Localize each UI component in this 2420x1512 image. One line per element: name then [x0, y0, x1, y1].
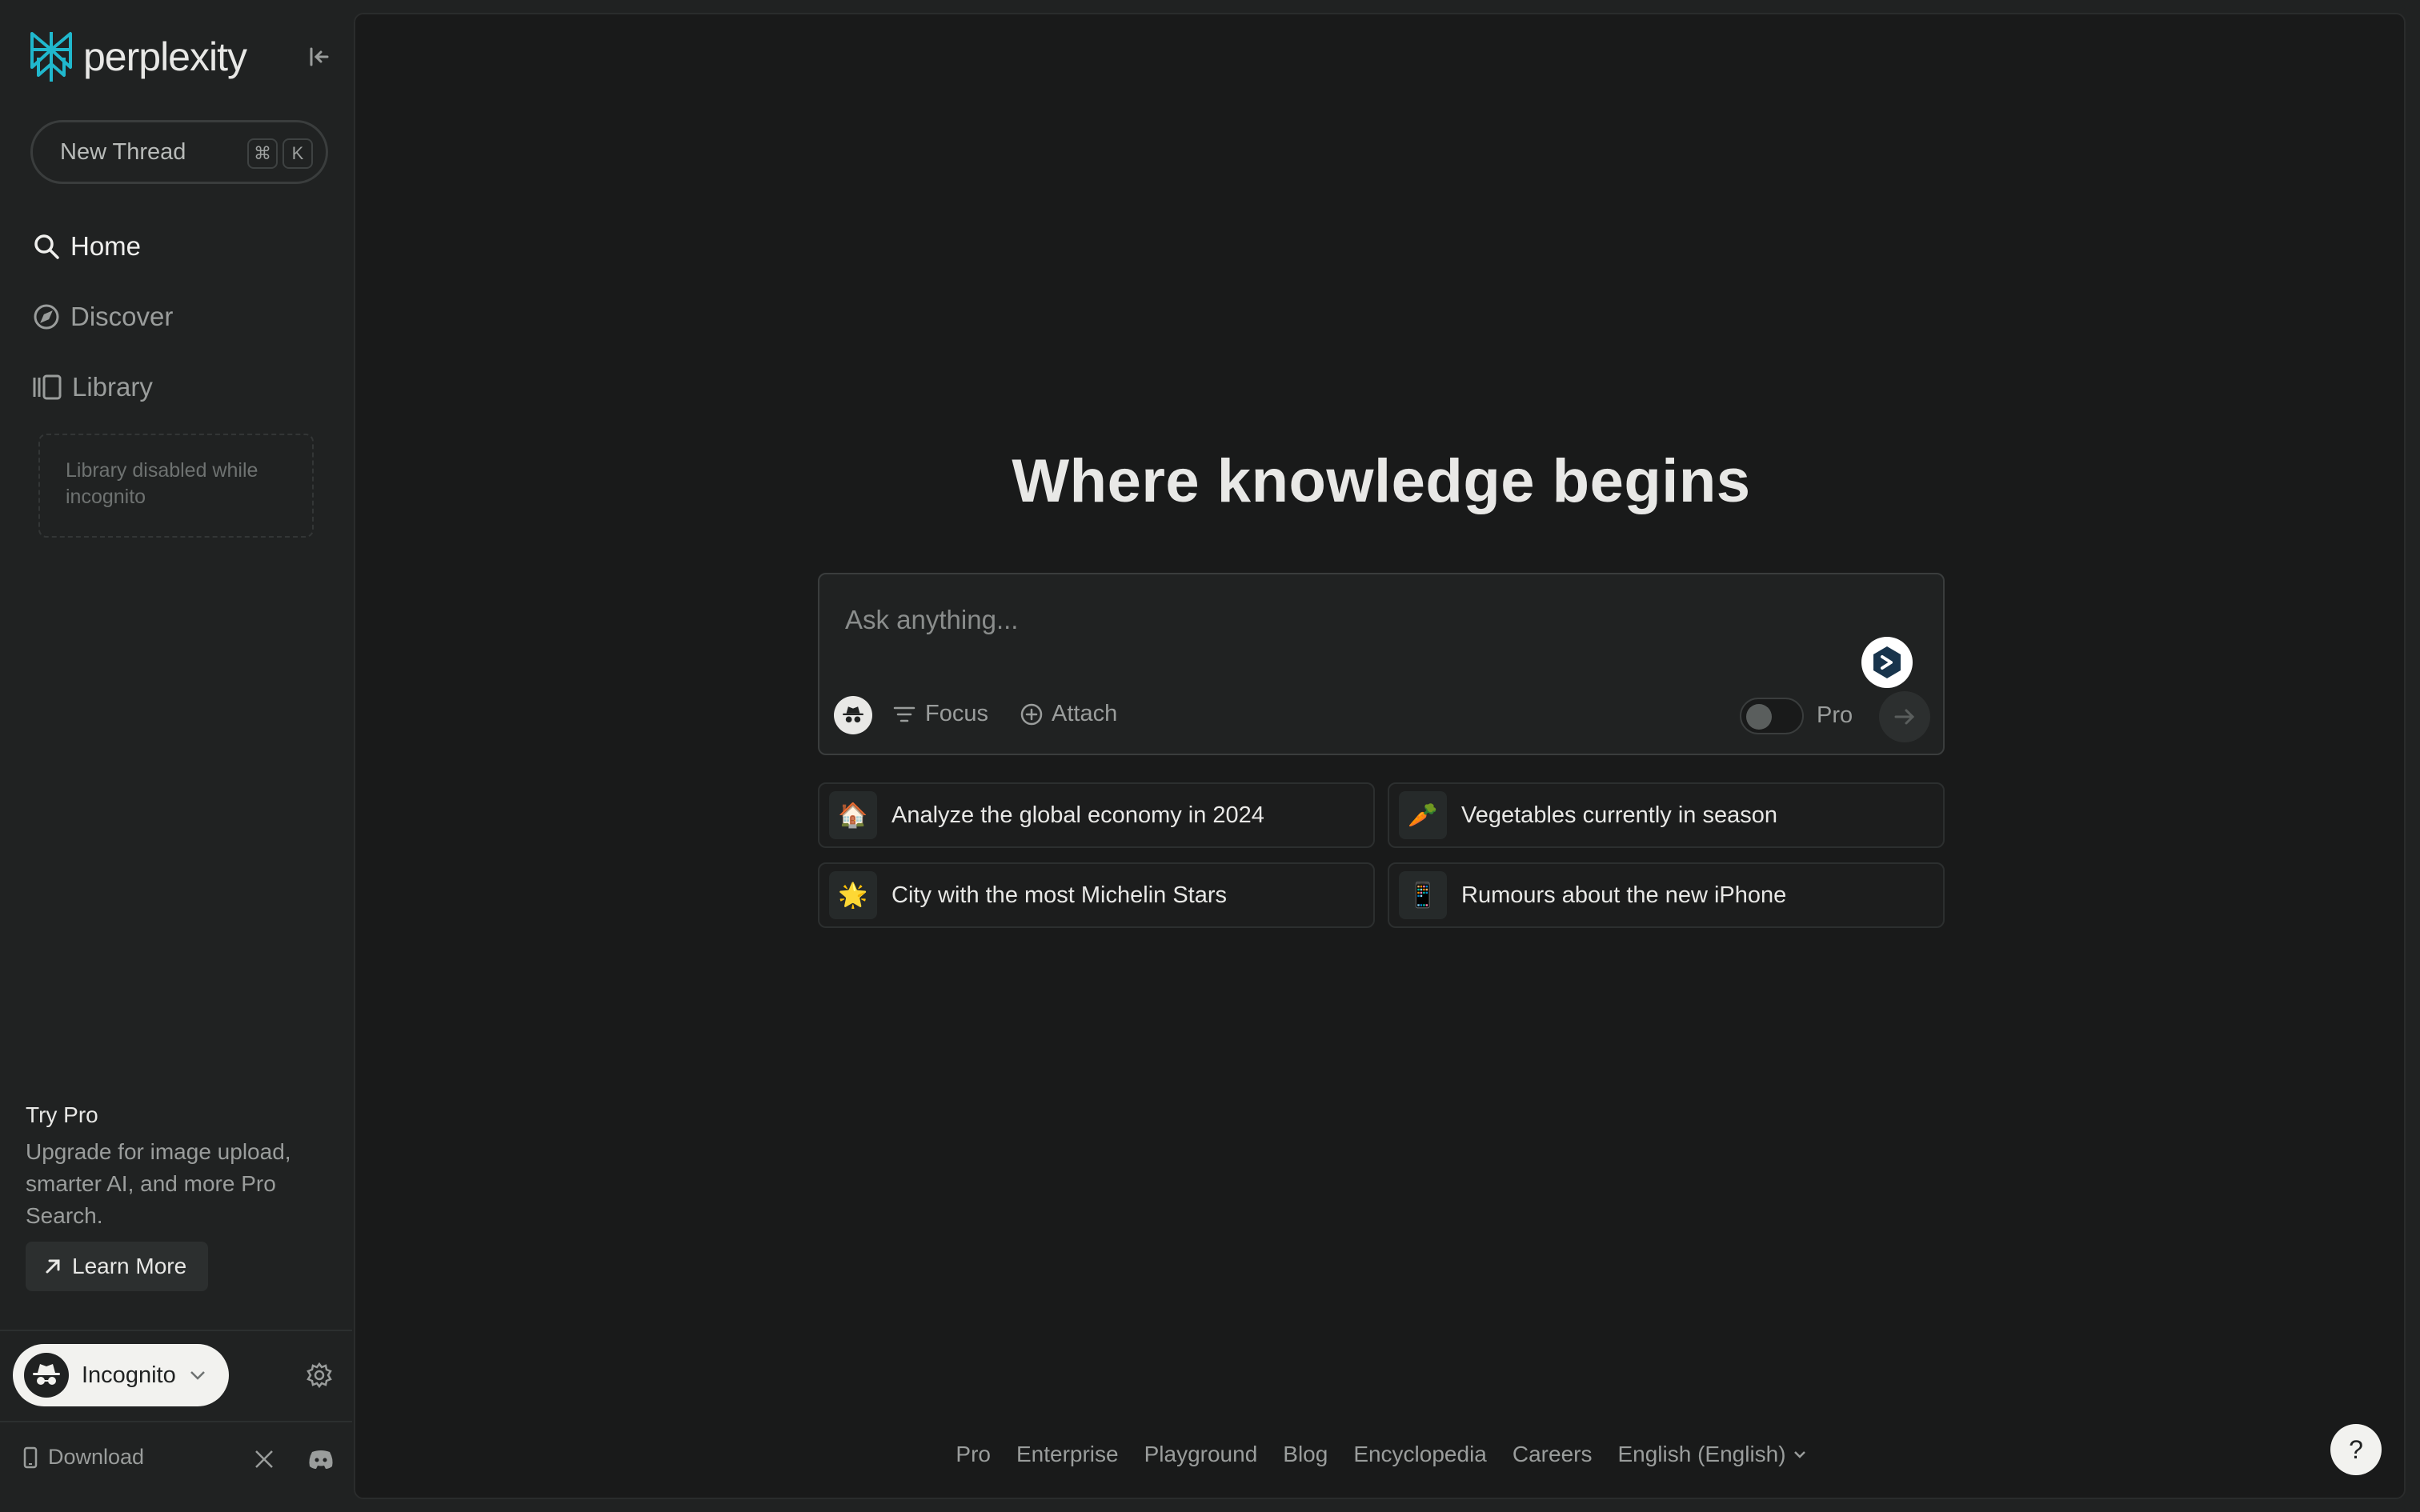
- collapse-left-icon: [310, 47, 329, 66]
- sidebar: perplexity New Thread ⌘ K Home Discover …: [0, 0, 352, 1512]
- filter-icon: [893, 706, 916, 722]
- attach-label: Attach: [1052, 701, 1118, 726]
- suggestion-card[interactable]: 📱 Rumours about the new iPhone: [1388, 862, 1945, 928]
- perplexity-logo-icon: [30, 32, 72, 82]
- collapse-sidebar-button[interactable]: [304, 42, 335, 72]
- try-pro-title: Try Pro: [26, 1102, 98, 1127]
- extension-badge[interactable]: [1861, 637, 1913, 688]
- footer-link-careers[interactable]: Careers: [1512, 1442, 1593, 1467]
- suggestion-card[interactable]: 🌟 City with the most Michelin Stars: [818, 862, 1375, 928]
- library-icon: [33, 374, 62, 400]
- footer-link-blog[interactable]: Blog: [1283, 1442, 1328, 1467]
- page-title: Where knowledge begins: [1012, 447, 1751, 515]
- account-label: Incognito: [82, 1362, 176, 1388]
- search-icon: [34, 234, 59, 259]
- phone-icon: 📱: [1399, 871, 1447, 919]
- help-button[interactable]: ?: [2330, 1424, 2382, 1475]
- suggestion-label: Vegetables currently in season: [1461, 802, 1777, 828]
- chevron-down-icon: [190, 1371, 205, 1380]
- phone-icon: [23, 1446, 38, 1468]
- sidebar-item-library[interactable]: Library: [32, 363, 153, 411]
- learn-more-button[interactable]: Learn More: [26, 1242, 208, 1291]
- incognito-icon: [33, 1364, 60, 1385]
- language-selector[interactable]: English (English): [1617, 1442, 1806, 1467]
- incognito-mode-button[interactable]: [834, 696, 872, 734]
- chevron-down-icon: [1793, 1451, 1805, 1458]
- language-label: English (English): [1617, 1442, 1786, 1466]
- plus-circle-icon: [1020, 703, 1043, 725]
- suggestion-card[interactable]: 🥕 Vegetables currently in season: [1388, 782, 1945, 848]
- sidebar-divider: [0, 1330, 352, 1331]
- discord-icon[interactable]: [307, 1448, 335, 1470]
- suggestion-label: Rumours about the new iPhone: [1461, 882, 1787, 908]
- new-thread-label: New Thread: [60, 138, 186, 165]
- suggestion-card[interactable]: 🏠 Analyze the global economy in 2024: [818, 782, 1375, 848]
- toggle-knob: [1746, 704, 1772, 730]
- extension-logo-icon: [1873, 646, 1901, 678]
- library-disabled-note: Library disabled while incognito: [38, 434, 314, 538]
- shortcut-k-key: K: [282, 138, 313, 169]
- footer-link-enterprise[interactable]: Enterprise: [1016, 1442, 1119, 1467]
- sidebar-item-label: Home: [70, 231, 142, 261]
- try-pro-description: Upgrade for image upload, smarter AI, an…: [26, 1139, 291, 1228]
- brand-name: perplexity: [83, 34, 247, 79]
- sidebar-item-discover[interactable]: Discover: [32, 293, 173, 341]
- sidebar-item-label: Discover: [70, 302, 174, 331]
- attach-button[interactable]: Attach: [1020, 701, 1117, 727]
- download-label: Download: [48, 1445, 145, 1469]
- footer-link-pro[interactable]: Pro: [956, 1442, 991, 1467]
- footer-link-playground[interactable]: Playground: [1144, 1442, 1258, 1467]
- main-panel: Where knowledge begins Ask anything... F…: [354, 13, 2406, 1499]
- gear-icon[interactable]: [306, 1362, 333, 1389]
- app-window: perplexity New Thread ⌘ K Home Discover …: [0, 0, 2420, 1512]
- ask-input[interactable]: Ask anything...: [845, 605, 1805, 635]
- ask-box: Ask anything... Focus Attach Pro: [818, 573, 1945, 755]
- learn-more-label: Learn More: [72, 1254, 187, 1278]
- download-link[interactable]: Download: [22, 1445, 144, 1470]
- account-switcher[interactable]: Incognito: [13, 1344, 229, 1406]
- house-icon: 🏠: [829, 791, 877, 839]
- avatar: [24, 1353, 69, 1398]
- arrow-up-right-icon: [46, 1259, 60, 1274]
- try-pro-panel: Try Pro Upgrade for image upload, smarte…: [26, 1102, 330, 1232]
- footer-link-encyclopedia[interactable]: Encyclopedia: [1353, 1442, 1487, 1467]
- logo[interactable]: perplexity: [29, 29, 247, 85]
- star-icon: 🌟: [829, 871, 877, 919]
- x-twitter-icon[interactable]: [253, 1448, 275, 1470]
- pro-toggle[interactable]: [1740, 698, 1804, 734]
- shortcut-cmd-key: ⌘: [247, 138, 278, 169]
- suggestion-label: Analyze the global economy in 2024: [891, 802, 1264, 828]
- incognito-icon: [843, 706, 863, 723]
- sidebar-item-label: Library: [72, 372, 153, 402]
- compass-icon: [34, 304, 59, 330]
- carrot-icon: 🥕: [1399, 791, 1447, 839]
- focus-button[interactable]: Focus: [893, 701, 988, 727]
- submit-button[interactable]: [1879, 691, 1930, 742]
- new-thread-button[interactable]: New Thread ⌘ K: [30, 120, 328, 184]
- arrow-right-icon: [1894, 709, 1915, 725]
- footer-links: Pro Enterprise Playground Blog Encyclope…: [355, 1442, 2407, 1467]
- pro-label: Pro: [1817, 702, 1853, 728]
- sidebar-divider: [0, 1421, 352, 1422]
- sidebar-item-home[interactable]: Home: [32, 222, 141, 270]
- focus-label: Focus: [925, 701, 988, 726]
- suggestion-label: City with the most Michelin Stars: [891, 882, 1228, 908]
